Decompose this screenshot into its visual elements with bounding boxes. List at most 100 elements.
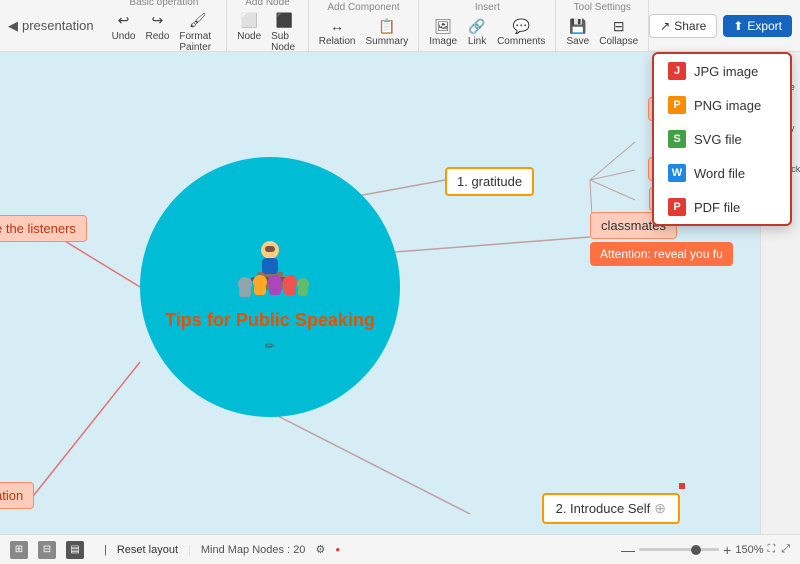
basic-op-label: Basic operation (129, 0, 198, 8)
insert-section: Insert 🖼 Image 🔗 Link 💬 Comments (419, 0, 556, 51)
central-title: Tips for Public Speaking (145, 310, 395, 331)
undo-button[interactable]: ↩ Undo (108, 10, 140, 55)
relation-button[interactable]: ↔ Relation (315, 15, 360, 49)
export-png-item[interactable]: P PNG image (654, 88, 790, 122)
link-button[interactable]: 🔗 Link (463, 15, 491, 49)
toolbar: ◀ presentation Basic operation ↩ Undo ↪ … (0, 0, 800, 52)
tool-settings-section: Tool Settings 💾 Save ⊟ Collapse (556, 0, 649, 51)
back-icon: ◀ (8, 18, 18, 34)
collapse-icon: ⊟ (609, 17, 629, 35)
nodes-info: Mind Map Nodes : 20 (201, 544, 306, 556)
summary-label: Summary (365, 36, 408, 47)
share-label: Share (674, 19, 706, 33)
introduce-self-node[interactable]: 2. Introduce Self ⊕ (542, 493, 680, 524)
png-label: PNG image (694, 98, 761, 113)
share-icon: ↗ (660, 19, 670, 33)
format-painter-button[interactable]: 🖌 Format Painter (175, 10, 220, 55)
ation-node[interactable]: ation (0, 482, 34, 509)
export-label: Export (747, 19, 782, 33)
link-icon: 🔗 (467, 17, 487, 35)
add-component-buttons: ↔ Relation 📋 Summary (315, 15, 413, 49)
add-node-section: Add Node ⬜ Node ⬛ Sub Node (227, 0, 309, 51)
status-separator: | (104, 544, 107, 556)
sub-node-button[interactable]: ⬛ Sub Node (267, 10, 302, 55)
redo-icon: ↪ (147, 12, 167, 30)
attention-node[interactable]: Attention: reveal you fu (590, 242, 733, 266)
svg-icon: S (668, 130, 686, 148)
export-jpg-item[interactable]: J JPG image (654, 54, 790, 88)
export-dropdown: J JPG image P PNG image S SVG file W Wor… (652, 52, 792, 226)
undo-label: Undo (112, 31, 136, 42)
comments-button[interactable]: 💬 Comments (493, 15, 549, 49)
status-separator2: | (188, 544, 191, 556)
zoom-plus-button[interactable]: + (723, 542, 731, 558)
redo-label: Redo (145, 31, 169, 42)
status-icon-3[interactable]: ▤ (66, 541, 84, 559)
status-icon-2[interactable]: ⊟ (38, 541, 56, 559)
zoom-minus-button[interactable]: — (621, 542, 635, 558)
central-circle[interactable]: Tips for Public Speaking ✏ (140, 157, 400, 417)
relation-label: Relation (319, 36, 356, 47)
tool-settings-buttons: 💾 Save ⊟ Collapse (562, 15, 642, 49)
share-button[interactable]: ↗ Share (649, 14, 717, 38)
tool-settings-label: Tool Settings (574, 2, 631, 13)
link-label: Link (468, 36, 486, 47)
toolbar-right: ↗ Share ⬆ Export (649, 14, 800, 38)
listeners-label: e the listeners (0, 221, 76, 236)
speaker-illustration (225, 222, 315, 302)
add-component-section: Add Component ↔ Relation 📋 Summary (309, 0, 420, 51)
insert-buttons: 🖼 Image 🔗 Link 💬 Comments (425, 15, 549, 49)
image-button[interactable]: 🖼 Image (425, 15, 461, 49)
export-word-item[interactable]: W Word file (654, 156, 790, 190)
relation-icon: ↔ (327, 17, 347, 35)
word-icon: W (668, 164, 686, 182)
red-status-dot[interactable]: ● (335, 545, 340, 554)
basic-operation-section: Basic operation ↩ Undo ↪ Redo 🖌 Format P… (102, 0, 228, 51)
listeners-node[interactable]: e the listeners (0, 215, 87, 242)
attention-label: Attention: reveal you fu (600, 247, 723, 261)
image-label: Image (429, 36, 457, 47)
basic-op-buttons: ↩ Undo ↪ Redo 🖌 Format Painter (108, 10, 221, 55)
gratitude-node[interactable]: 1. gratitude (445, 167, 534, 196)
gratitude-label: 1. gratitude (457, 174, 522, 189)
fullscreen-icons: ⛶ ⤢ (767, 543, 790, 556)
status-icon-1[interactable]: ⊞ (10, 541, 28, 559)
add-component-label: Add Component (327, 2, 399, 13)
format-painter-label: Format Painter (179, 31, 216, 53)
save-icon: 💾 (568, 17, 588, 35)
pdf-label: PDF file (694, 200, 740, 215)
red-dot (679, 483, 685, 489)
reset-layout-btn[interactable]: Reset layout (117, 544, 178, 556)
format-painter-icon: 🖌 (188, 12, 208, 30)
app-title: presentation (22, 18, 94, 33)
collapse-label: Collapse (599, 36, 638, 47)
sub-node-icon: ⬛ (274, 12, 294, 30)
collapse-button[interactable]: ⊟ Collapse (595, 15, 642, 49)
back-button[interactable]: ◀ presentation (0, 18, 102, 34)
ation-label: ation (0, 488, 23, 503)
pdf-icon: P (668, 198, 686, 216)
comments-label: Comments (497, 36, 545, 47)
svg-label: SVG file (694, 132, 742, 147)
export-svg-item[interactable]: S SVG file (654, 122, 790, 156)
summary-button[interactable]: 📋 Summary (361, 15, 412, 49)
jpg-icon: J (668, 62, 686, 80)
add-node-buttons: ⬜ Node ⬛ Sub Node (233, 10, 302, 55)
introduce-self-label: 2. Introduce Self (556, 501, 651, 516)
export-pdf-item[interactable]: P PDF file (654, 190, 790, 224)
introduce-add-icon: ⊕ (654, 500, 666, 517)
fullscreen-button[interactable]: ⛶ (767, 543, 775, 556)
add-node-label: Add Node (245, 0, 289, 8)
png-icon: P (668, 96, 686, 114)
settings-icon[interactable]: ⚙ (315, 543, 325, 556)
zoom-slider[interactable] (639, 548, 719, 551)
zoom-thumb (691, 545, 701, 555)
zoom-control: — + 150% ⛶ ⤢ (621, 542, 790, 558)
export-button[interactable]: ⬆ Export (723, 15, 792, 37)
node-button[interactable]: ⬜ Node (233, 10, 265, 55)
node-icon: ⬜ (239, 12, 259, 30)
fullscreen-button2[interactable]: ⤢ (781, 543, 790, 556)
redo-button[interactable]: ↪ Redo (141, 10, 173, 55)
comments-icon: 💬 (511, 17, 531, 35)
save-button[interactable]: 💾 Save (562, 15, 593, 49)
